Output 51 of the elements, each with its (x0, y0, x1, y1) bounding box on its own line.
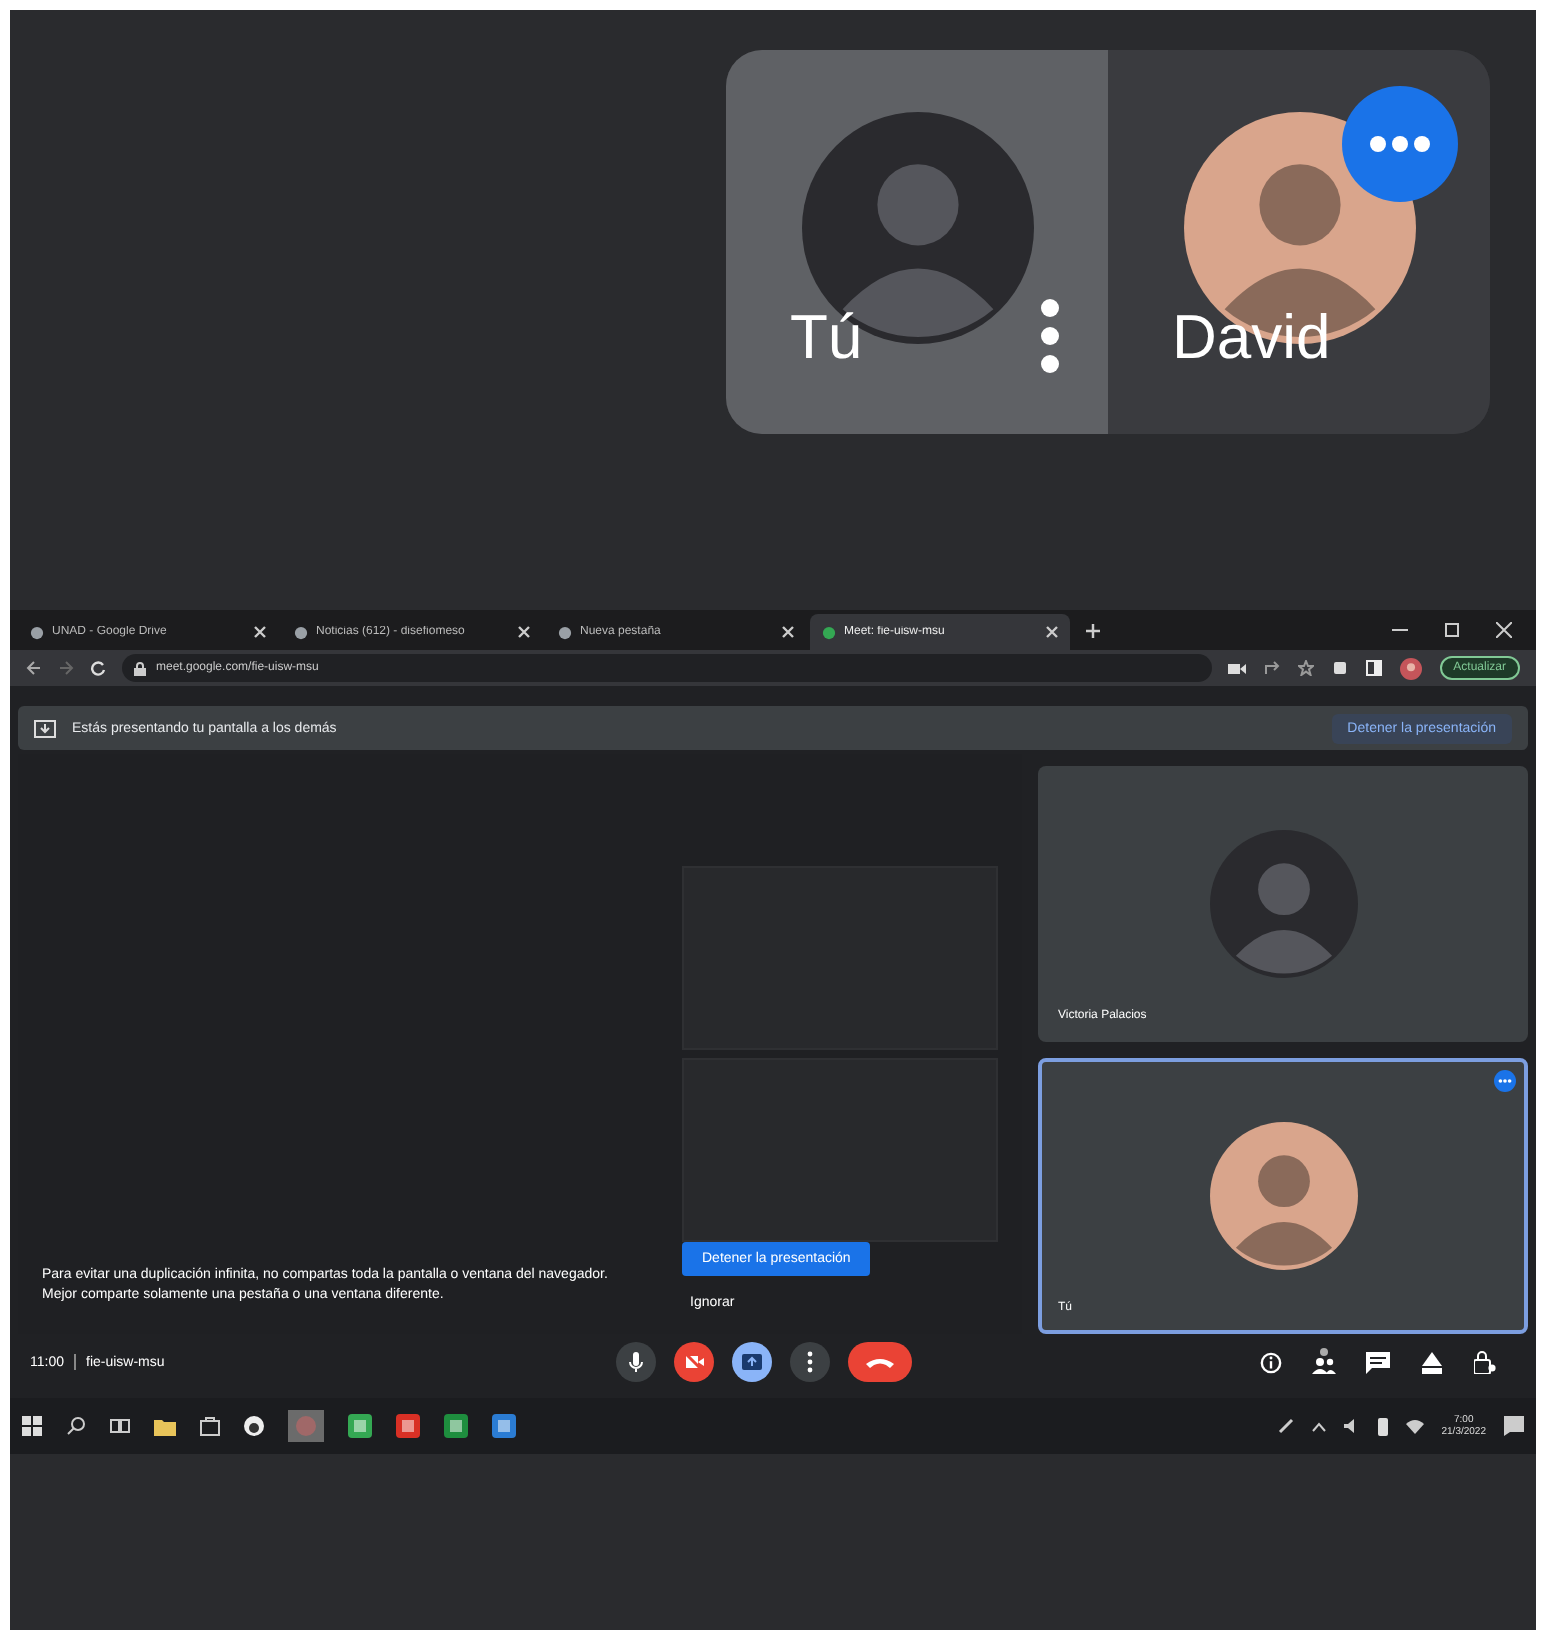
close-icon[interactable] (782, 626, 794, 638)
wifi-icon[interactable] (1405, 1418, 1424, 1434)
hang-up-icon[interactable] (847, 1342, 911, 1382)
people-icon[interactable] (1312, 1348, 1336, 1376)
favicon-icon (30, 625, 44, 639)
task-view-icon[interactable] (110, 1416, 130, 1436)
sidepanel-icon[interactable] (1365, 660, 1382, 676)
more-vert-icon[interactable] (789, 1342, 829, 1382)
battery-icon[interactable] (1377, 1417, 1388, 1435)
windows-icon[interactable] (22, 1416, 42, 1436)
profile-icon[interactable] (1399, 657, 1422, 679)
app-icon[interactable] (348, 1414, 372, 1438)
extensions-icon[interactable] (1331, 660, 1348, 676)
lock-icon (134, 661, 146, 675)
favicon-icon (558, 625, 572, 639)
share-icon[interactable] (1263, 660, 1280, 676)
reload-icon[interactable] (90, 660, 106, 676)
participant-tile[interactable]: Tú (726, 50, 1108, 434)
favicon-icon (822, 625, 836, 639)
mic-icon[interactable] (615, 1342, 655, 1382)
new-tab-icon[interactable] (1086, 623, 1100, 637)
close-icon[interactable] (254, 626, 266, 638)
present-icon (34, 719, 56, 737)
info-icon[interactable] (1260, 1351, 1282, 1373)
more-vert-icon[interactable] (1040, 298, 1060, 374)
close-icon[interactable] (1496, 622, 1512, 638)
app-icon[interactable] (444, 1414, 468, 1438)
star-icon[interactable] (1297, 660, 1314, 676)
camera-icon[interactable] (1227, 661, 1246, 675)
participant-name: Tú (790, 302, 863, 374)
close-icon[interactable] (1046, 626, 1058, 638)
store-icon[interactable] (200, 1416, 220, 1436)
lock-person-icon[interactable] (1474, 1350, 1496, 1374)
shapes-icon[interactable] (1420, 1351, 1444, 1373)
favicon-icon (294, 625, 308, 639)
restore-icon[interactable] (1444, 622, 1460, 638)
speaker-icon[interactable] (1343, 1418, 1360, 1434)
camera-off-icon[interactable] (673, 1342, 713, 1382)
pen-icon[interactable] (1277, 1418, 1294, 1434)
search-icon[interactable] (66, 1416, 86, 1436)
more-icon[interactable] (1342, 86, 1458, 202)
notifications-icon[interactable] (1504, 1416, 1524, 1436)
present-icon[interactable] (731, 1342, 771, 1382)
more-icon[interactable] (1494, 1070, 1516, 1092)
folder-icon[interactable] (154, 1417, 176, 1435)
close-icon[interactable] (518, 626, 530, 638)
chat-icon[interactable] (1366, 1351, 1390, 1373)
pdf-icon[interactable] (396, 1414, 420, 1438)
chevron-up-icon[interactable] (1311, 1421, 1326, 1431)
back-icon[interactable] (26, 660, 42, 676)
app-icon[interactable] (492, 1414, 516, 1438)
